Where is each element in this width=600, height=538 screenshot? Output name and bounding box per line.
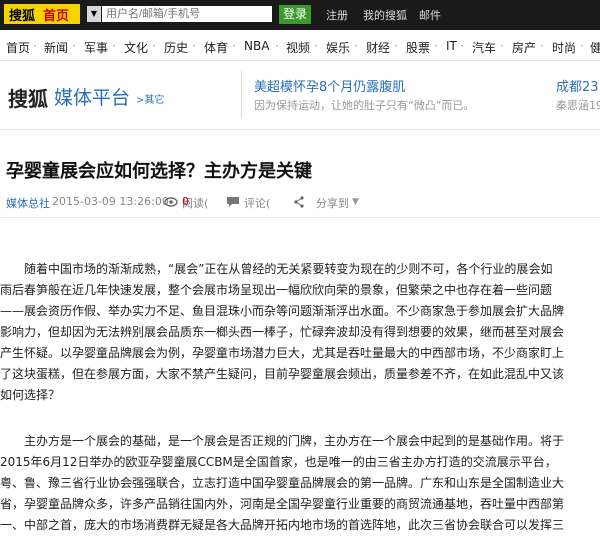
nav-item[interactable]: 新闻 [44,39,68,56]
nav-item[interactable]: 视频 [286,39,310,56]
header-sohu-logo[interactable]: 搜狐 [8,83,48,112]
nav-separator: · [394,39,398,53]
nav-separator: · [540,39,544,53]
login-button[interactable]: 登录 [279,5,311,24]
nav-separator: · [500,39,504,53]
eye-icon [164,196,178,210]
home-link[interactable]: 首页 [43,5,69,24]
nav-item[interactable]: 体育 [204,39,228,56]
read-close-paren: ) [182,195,187,208]
nav-item[interactable]: 历史 [164,39,188,56]
body-line: 产生怀疑。以孕婴童品牌展会为例，孕婴童市场潜力巨大，尤其是吞吐量最大的中西部市场… [0,346,565,360]
publish-date: 2015-03-09 13:26:00 [52,195,169,208]
nav-separator: · [192,39,196,53]
mail-link[interactable]: 邮件 [419,7,441,23]
body-line: 粤、鲁、豫三省行业协会强强联合，立志打造中国孕婴童品牌展会的第一品牌。广东和山东… [0,476,565,490]
chevron-down-icon[interactable]: ▼ [87,6,101,22]
body-line: 主办方是一个展会的基础，是一个展会是否正规的门牌，主办方在一个展会中起到的是基础… [0,434,565,448]
header-platform-title[interactable]: 媒体平台 [54,83,130,110]
nav-item[interactable]: IT [446,39,457,53]
media-header: 搜狐 媒体平台 >其它 美超模怀孕8个月仍露腹肌 因为保持运动，让她的肚子只有“… [0,61,600,130]
nav-item[interactable]: NBA [244,39,269,53]
body-line: 随着中国市场的渐渐成熟，“展会”正在从曾经的无关紧要转变为现在的少则不可，各个行… [0,262,553,276]
top-bar: 搜狐 首页 ▼ 登录 注册 我的搜狐 邮件 [0,0,600,30]
nav-separator: · [434,39,438,53]
nav-item[interactable]: 股票 [406,39,430,56]
body-line: 影响力，但却因为无法辨别展会品质东一榔头西一棒子，忙碌奔波却没有得到想要的效果，… [0,325,565,339]
article-meta: 媒体总社 2015-03-09 13:26:00 阅读(0) 评论( 分享到 ▼ [0,195,600,211]
nav-item[interactable]: 首页 [6,39,30,56]
body-line: 雨后春笋般在近几年快速发展，整个会展市场呈现出一幅欣欣向荣的景象，但繁荣之中也存… [0,283,553,297]
featured-summary-1: 因为保持运动，让她的肚子只有“微凸”而已。 [254,99,475,112]
featured-headline-1[interactable]: 美超模怀孕8个月仍露腹肌 [254,76,405,95]
nav-separator: · [112,39,116,53]
article-title: 孕婴童展会应如何选择？主办方是关键 [6,161,312,182]
nav-item[interactable]: 时尚 [552,39,576,56]
body-line: 省，孕婴童品牌众多，许多产品销往国内外，河南是全国孕婴童行业重要的商贸流通基地，… [0,497,565,511]
featured-summary-2: 秦思涵19 [556,99,600,112]
header-divider [241,71,242,119]
nav-separator: · [354,39,358,53]
chevron-down-icon[interactable]: ▼ [352,197,359,207]
body-line: 了这块蛋糕，但在参展方面，大家不禁产生疑问，目前孕婴童展会频出，质量参差不齐，在… [0,367,565,381]
nav-separator: · [314,39,318,53]
article-source[interactable]: 媒体总社 [6,195,50,211]
share-icon[interactable] [293,196,307,210]
nav-separator: · [72,39,76,53]
body-line: ——展会资历作假、举办实力不足、鱼目混珠小而杂等问题渐渐浮出水面。不少商家急于参… [0,304,565,318]
nav-item[interactable]: 娱乐 [326,39,350,56]
nav-separator: · [275,39,279,53]
sohu-logo[interactable]: 搜狐 首页 [4,4,80,24]
meta-divider [0,217,600,218]
register-link[interactable]: 注册 [326,7,348,23]
nav-separator: · [232,39,236,53]
nav-separator: · [460,39,464,53]
main-nav: 首页 · 新闻 · 军事 · 文化 · 历史 · 体育 · NBA · 视频 ·… [0,30,600,61]
username-input[interactable] [102,6,272,22]
nav-separator: · [152,39,156,53]
header-more-link[interactable]: >其它 [136,91,164,106]
share-label[interactable]: 分享到 [316,195,349,211]
nav-separator: · [33,39,37,53]
nav-item[interactable]: 财经 [366,39,390,56]
comment-icon[interactable] [226,196,240,210]
nav-separator: · [580,39,584,53]
body-line: 如何选择？ [0,388,61,402]
body-line: 2015年6月12日举办的欧亚孕婴童展CCBM是全国首家，也是唯一的由三省主办方… [0,455,557,469]
nav-item[interactable]: 房产 [512,39,536,56]
comment-label[interactable]: 评论( [244,195,270,211]
body-line: 一、中部之首，庞大的市场消费群无疑是各大品牌开拓内地市场的首选阵地，此次三省协会… [0,518,565,532]
brand-label: 搜狐 [9,8,36,24]
nav-item[interactable]: 军事 [84,39,108,56]
nav-item[interactable]: 汽车 [472,39,496,56]
featured-headline-2[interactable]: 成都23 [556,76,599,95]
nav-item[interactable]: 文化 [124,39,148,56]
nav-item[interactable]: 健 [590,39,600,56]
my-sohu-link[interactable]: 我的搜狐 [363,7,407,23]
